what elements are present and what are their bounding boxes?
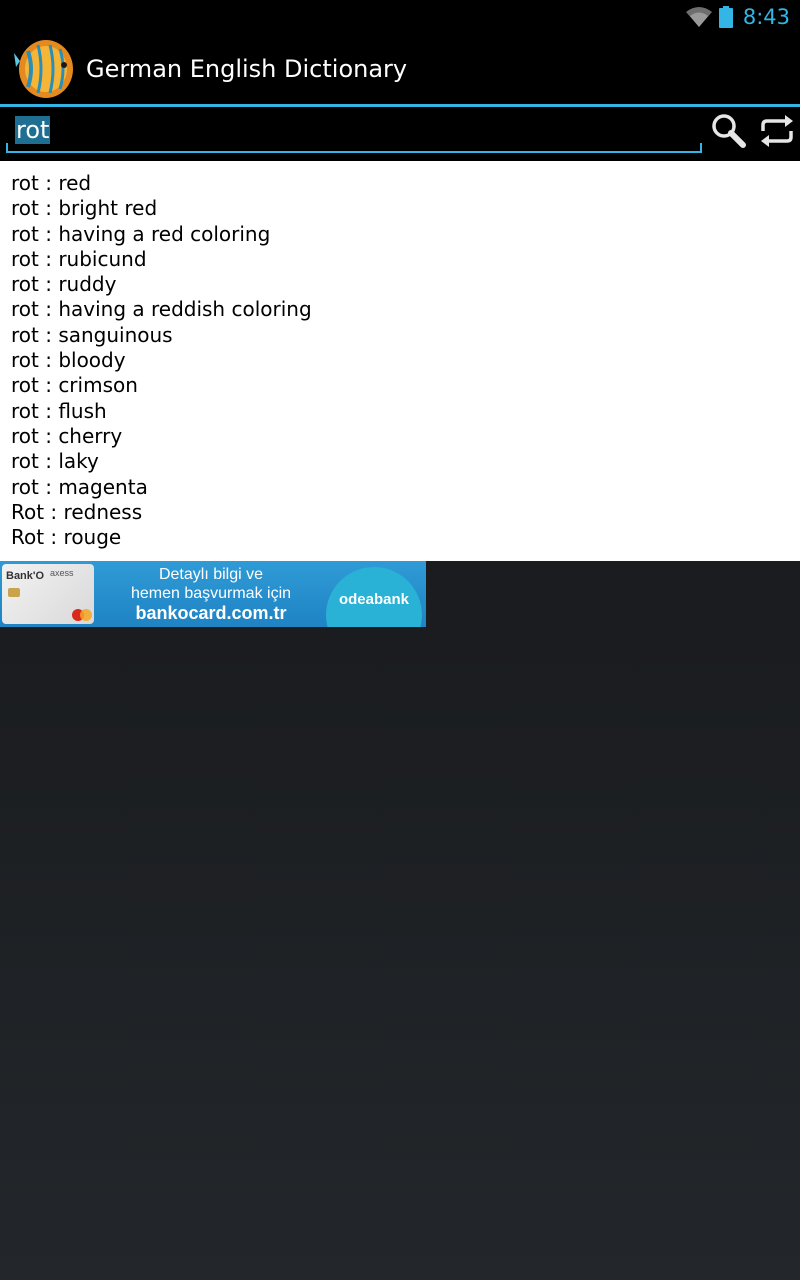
app-title: German English Dictionary <box>86 55 408 83</box>
credit-card-image: Bank'O axess <box>2 564 94 624</box>
list-item[interactable]: rot : magenta <box>11 475 800 500</box>
action-bar: German English Dictionary <box>0 33 800 105</box>
list-item[interactable]: rot : cherry <box>11 424 800 449</box>
search-input-edge-right <box>700 143 702 151</box>
list-item[interactable]: Rot : rouge <box>11 525 800 550</box>
mastercard-logo-icon <box>80 609 92 621</box>
discus-fish-icon[interactable] <box>14 37 78 101</box>
search-input[interactable]: rot <box>6 109 702 153</box>
search-row: rot <box>0 107 800 161</box>
ad-strip-background <box>426 561 800 627</box>
list-item[interactable]: rot : having a red coloring <box>11 222 800 247</box>
clock: 8:43 <box>742 4 790 29</box>
wifi-icon <box>685 6 712 27</box>
list-item[interactable]: rot : rubicund <box>11 247 800 272</box>
list-item[interactable]: rot : ruddy <box>11 272 800 297</box>
list-item[interactable]: rot : bloody <box>11 348 800 373</box>
card-brand: Bank'O <box>6 570 45 582</box>
list-item[interactable]: rot : flush <box>11 399 800 424</box>
ad-banner[interactable]: Bank'O axess Detaylı bilgi ve hemen başv… <box>0 561 426 627</box>
results-list: rot : red rot : bright red rot : having … <box>0 161 800 561</box>
search-icon[interactable] <box>708 111 748 151</box>
search-input-value[interactable]: rot <box>15 116 51 144</box>
odeabank-logo: odeabank <box>326 567 422 627</box>
empty-content-area <box>0 627 800 1280</box>
card-chip-icon <box>8 588 20 597</box>
ad-text: Detaylı bilgi ve hemen başvurmak için ba… <box>100 565 322 623</box>
list-item[interactable]: rot : crimson <box>11 373 800 398</box>
list-item[interactable]: Rot : redness <box>11 500 800 525</box>
list-item[interactable]: rot : red <box>11 171 800 196</box>
status-bar: 8:43 <box>0 0 800 33</box>
ad-logo-text: odeabank <box>338 591 410 608</box>
search-input-edge-left <box>6 143 8 151</box>
battery-icon <box>718 5 733 28</box>
card-brand-secondary: axess <box>50 568 74 578</box>
list-item[interactable]: rot : laky <box>11 449 800 474</box>
swap-direction-icon[interactable] <box>757 113 797 149</box>
list-item[interactable]: rot : sanguinous <box>11 323 800 348</box>
ad-line-3: bankocard.com.tr <box>135 603 287 623</box>
ad-line-1: Detaylı bilgi ve <box>158 566 264 583</box>
list-item[interactable]: rot : having a reddish coloring <box>11 297 800 322</box>
ad-line-2: hemen başvurmak için <box>130 585 292 602</box>
list-item[interactable]: rot : bright red <box>11 196 800 221</box>
